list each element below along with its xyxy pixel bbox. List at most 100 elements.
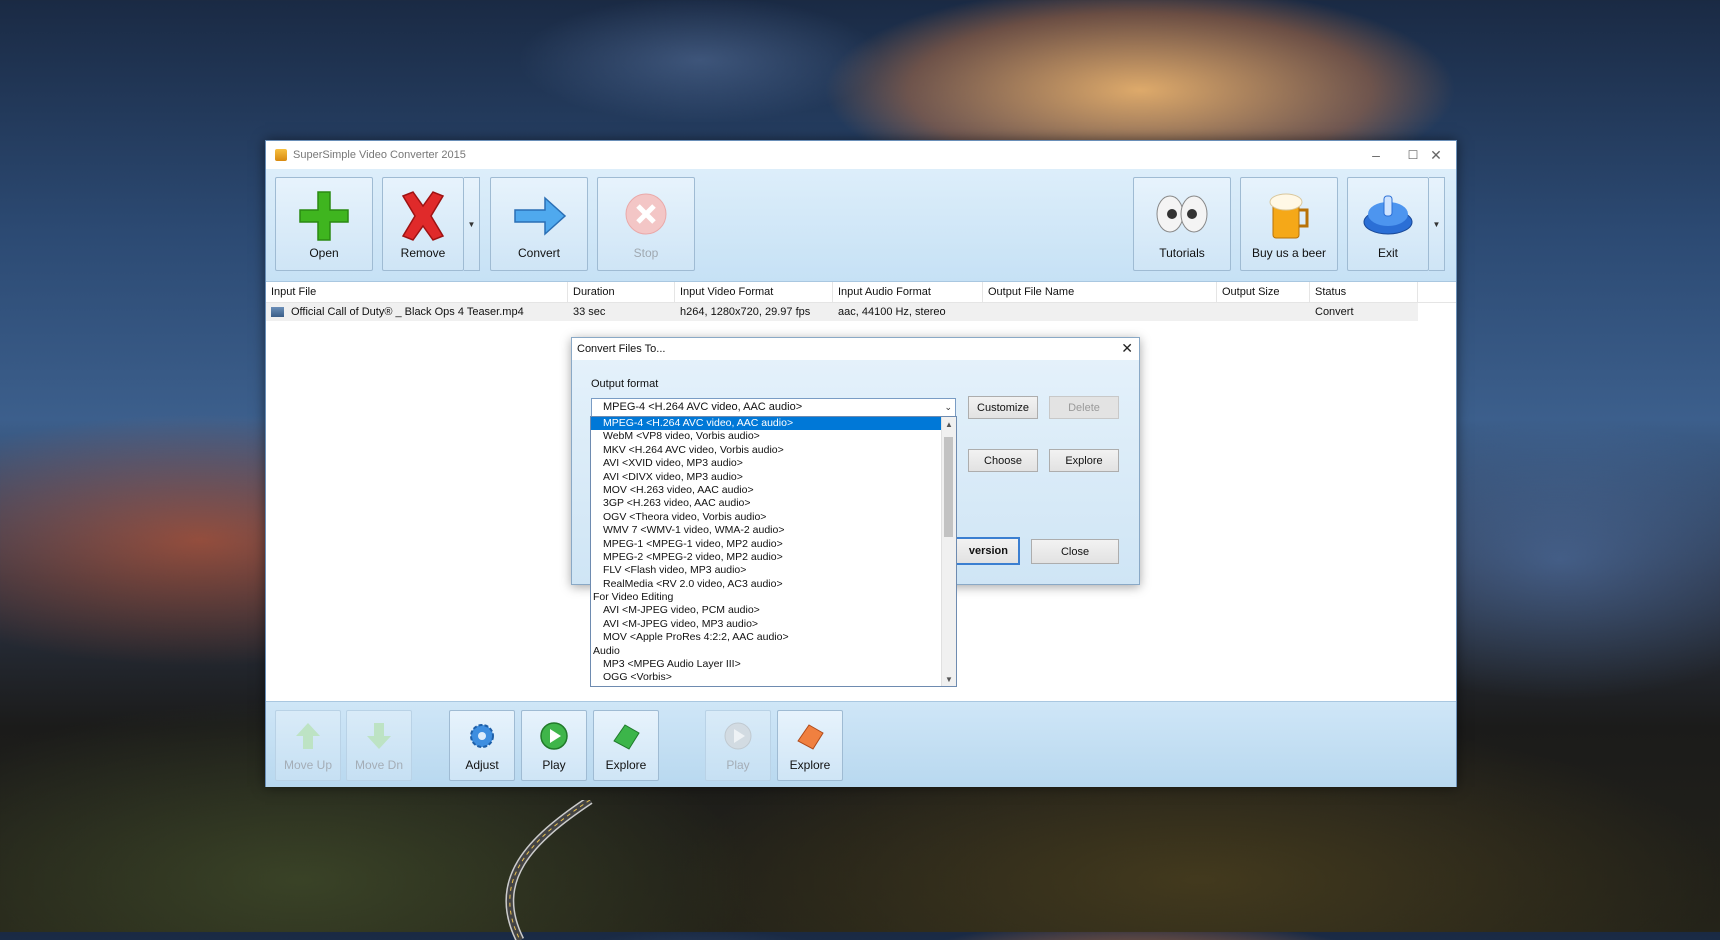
explore-output-button[interactable]: Explore <box>777 710 843 781</box>
explore-input-button[interactable]: Explore <box>593 710 659 781</box>
format-options: MPEG-4 <H.264 AVC video, AAC audio> WebM … <box>591 417 956 685</box>
col-input-audio-format[interactable]: Input Audio Format <box>833 282 983 302</box>
arrow-down-icon <box>367 723 391 749</box>
col-input-file[interactable]: Input File <box>266 282 568 302</box>
exit-label: Exit <box>1377 246 1398 260</box>
play-disabled-icon <box>724 722 752 750</box>
play-output-button[interactable]: Play <box>705 710 771 781</box>
window-title: SuperSimple Video Converter 2015 <box>293 149 466 161</box>
play-button[interactable]: Play <box>521 710 587 781</box>
move-up-label: Move Up <box>283 758 333 772</box>
choose-button[interactable]: Choose <box>968 449 1038 472</box>
table-header: Input File Duration Input Video Format I… <box>266 282 1456 303</box>
format-option[interactable]: MPEG-4 <H.264 AVC video, AAC audio> <box>591 417 941 431</box>
folder-green-icon <box>613 724 640 750</box>
open-button[interactable]: Open <box>275 177 373 271</box>
start-conversion-button[interactable]: version <box>955 537 1020 565</box>
output-format-select[interactable]: MPEG-4 <H.264 AVC video, AAC audio> ⌄ <box>591 398 956 417</box>
stop-button[interactable]: Stop <box>597 177 695 271</box>
arrow-right-icon <box>514 196 567 236</box>
dialog-close-button[interactable]: Close <box>1031 539 1119 564</box>
output-format-label: Output format <box>591 378 659 390</box>
adjust-button[interactable]: Adjust <box>449 710 515 781</box>
dropdown-scrollbar[interactable]: ▲ ▼ <box>941 417 956 686</box>
format-option[interactable]: MOV <H.263 video, AAC audio> <box>591 484 941 497</box>
format-option[interactable]: OGG <Vorbis> <box>591 671 941 684</box>
delete-button[interactable]: Delete <box>1049 396 1119 419</box>
col-input-video-format[interactable]: Input Video Format <box>675 282 833 302</box>
col-duration[interactable]: Duration <box>568 282 675 302</box>
cell-input-file: Official Call of Duty® _ Black Ops 4 Tea… <box>266 306 568 318</box>
plus-icon <box>299 191 349 241</box>
x-mark-icon <box>401 191 445 241</box>
cell-status: Convert <box>1315 306 1354 318</box>
format-option[interactable]: AVI <M-JPEG video, PCM audio> <box>591 604 941 617</box>
beer-mug-icon <box>1269 193 1309 239</box>
format-option[interactable]: RealMedia <RV 2.0 video, AC3 audio> <box>591 578 941 591</box>
play-icon <box>540 722 568 750</box>
explore-input-label: Explore <box>605 758 647 772</box>
cell-video-format: h264, 1280x720, 29.97 fps <box>680 306 811 318</box>
folder-orange-icon <box>797 724 824 750</box>
scroll-thumb[interactable] <box>944 437 953 537</box>
selected-format: MPEG-4 <H.264 AVC video, AAC audio> <box>603 401 803 413</box>
cell-audio-format: aac, 44100 Hz, stereo <box>838 306 946 318</box>
gear-icon <box>470 724 494 748</box>
format-group-header: For Video Editing <box>593 591 674 604</box>
convert-button[interactable]: Convert <box>490 177 588 271</box>
explore-folder-button[interactable]: Explore <box>1049 449 1119 472</box>
format-option[interactable]: MKV <H.264 AVC video, Vorbis audio> <box>591 444 941 457</box>
format-option[interactable]: MPEG-1 <MPEG-1 video, MP2 audio> <box>591 538 941 551</box>
input-file-name: Official Call of Duty® _ Black Ops 4 Tea… <box>291 306 524 318</box>
format-option[interactable]: MP3 <MPEG Audio Layer III> <box>591 658 941 671</box>
arrow-up-icon <box>296 723 320 749</box>
move-down-button[interactable]: Move Dn <box>346 710 412 781</box>
stop-icon <box>625 193 667 235</box>
tutorials-button[interactable]: Tutorials <box>1133 177 1231 271</box>
format-option[interactable]: FLV <Flash video, MP3 audio> <box>591 564 941 577</box>
dialog-title-bar: Convert Files To... ✕ <box>572 338 1139 360</box>
buy-beer-button[interactable]: Buy us a beer <box>1240 177 1338 271</box>
exit-dropdown-arrow[interactable]: ▼ <box>1429 177 1445 271</box>
play-output-label: Play <box>726 758 750 772</box>
format-option[interactable]: MOV <Apple ProRes 4:2:2, AAC audio> <box>591 631 941 644</box>
move-up-button[interactable]: Move Up <box>275 710 341 781</box>
format-dropdown-list: MPEG-4 <H.264 AVC video, AAC audio> WebM … <box>590 416 957 687</box>
remove-dropdown-arrow[interactable]: ▼ <box>464 177 480 271</box>
main-toolbar: Open Remove ▼ Convert Stop Tutorials Buy… <box>266 169 1456 282</box>
stop-label: Stop <box>633 246 659 260</box>
power-icon <box>1363 195 1413 235</box>
remove-button[interactable]: Remove <box>382 177 464 271</box>
format-option[interactable]: WebM <VP8 video, Vorbis audio> <box>591 430 941 443</box>
format-option[interactable]: OGV <Theora video, Vorbis audio> <box>591 511 941 524</box>
format-option[interactable]: 3GP <H.263 video, AAC audio> <box>591 497 941 510</box>
format-option[interactable]: AVI <M-JPEG video, MP3 audio> <box>591 618 941 631</box>
format-group-header: Audio <box>593 644 620 657</box>
beer-label: Buy us a beer <box>1251 246 1327 260</box>
exit-button[interactable]: Exit <box>1347 177 1429 271</box>
col-output-file-name[interactable]: Output File Name <box>983 282 1217 302</box>
col-status[interactable]: Status <box>1310 282 1418 302</box>
customize-button[interactable]: Customize <box>968 396 1038 419</box>
open-label: Open <box>309 246 339 260</box>
format-option[interactable]: AVI <XVID video, MP3 audio> <box>591 457 941 470</box>
col-output-size[interactable]: Output Size <box>1217 282 1310 302</box>
close-button[interactable]: ✕ <box>1416 141 1456 169</box>
tutorials-label: Tutorials <box>1159 246 1205 260</box>
title-bar: SuperSimple Video Converter 2015 – ☐ ✕ <box>266 141 1456 169</box>
bottom-toolbar: Move Up Move Dn Adjust Play Explore Play… <box>266 701 1456 787</box>
minimize-button[interactable]: – <box>1356 141 1396 169</box>
cell-duration: 33 sec <box>573 306 606 318</box>
dialog-title: Convert Files To... <box>577 343 666 355</box>
table-row[interactable]: Official Call of Duty® _ Black Ops 4 Tea… <box>266 303 1418 321</box>
scroll-up-icon[interactable]: ▲ <box>942 417 956 431</box>
format-option[interactable]: AVI <DIVX video, MP3 audio> <box>591 471 941 484</box>
format-option[interactable]: MPEG-2 <MPEG-2 video, MP2 audio> <box>591 551 941 564</box>
eyes-icon <box>1156 195 1208 233</box>
format-option[interactable]: WMV 7 <WMV-1 video, WMA-2 audio> <box>591 524 941 537</box>
scroll-down-icon[interactable]: ▼ <box>942 672 956 686</box>
adjust-label: Adjust <box>465 758 499 772</box>
convert-label: Convert <box>517 246 561 260</box>
dialog-close-icon[interactable]: ✕ <box>1121 340 1133 357</box>
remove-label: Remove <box>400 246 446 260</box>
